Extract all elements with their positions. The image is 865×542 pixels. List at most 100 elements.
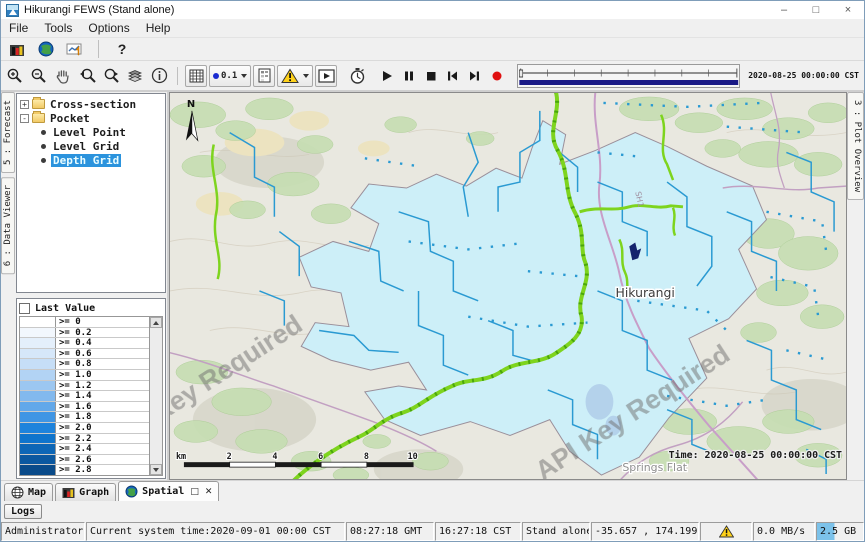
legend-swatch xyxy=(20,349,56,359)
legend-swatch xyxy=(20,412,56,422)
maximize-button[interactable]: □ xyxy=(800,1,832,19)
status-coordinates: -35.657 , 174.199 xyxy=(591,522,699,541)
logs-button[interactable]: Logs xyxy=(4,504,42,519)
close-button[interactable]: × xyxy=(832,1,864,19)
tab-forecast[interactable]: 5 : Forecast xyxy=(1,92,15,173)
scroll-up-icon[interactable] xyxy=(150,317,162,328)
legend-label: >= 1.0 xyxy=(56,370,149,380)
legend-swatch xyxy=(20,317,56,327)
play-button[interactable] xyxy=(377,65,397,87)
menu-bar: File Tools Options Help xyxy=(1,19,864,38)
legend-swatch xyxy=(20,381,56,391)
tab-data-viewer[interactable]: 6 : Data Viewer xyxy=(1,177,15,274)
legend-label: >= 0.4 xyxy=(56,338,149,348)
data-viewer-panel: + Cross-section - Pocket Level Point Lev… xyxy=(15,92,169,480)
legend-row: >= 1.6 xyxy=(20,402,149,413)
legend-rows: >= 0 >= 0.2 >= 0.4 >= 0.6 >= 0.8 >= 1.0 … xyxy=(20,317,149,475)
tree-label[interactable]: Depth Grid xyxy=(51,154,121,167)
time-slider[interactable] xyxy=(517,64,741,88)
timeseries-dialog-icon[interactable] xyxy=(64,38,86,60)
tree-item-level-grid[interactable]: Level Grid xyxy=(17,139,165,153)
menu-options[interactable]: Options xyxy=(80,19,137,37)
tree-label[interactable]: Cross-section xyxy=(48,98,138,111)
chevron-down-icon xyxy=(303,74,309,78)
tab-close-icon[interactable]: ✕ xyxy=(205,487,213,497)
time-extent-bar xyxy=(519,80,738,85)
map-time-label: Time: 2020-08-25 00:00:00 CST xyxy=(669,449,842,461)
contour-threshold-dropdown[interactable]: 0.1 xyxy=(209,65,251,87)
layers-icon[interactable] xyxy=(124,65,146,87)
zoom-in-icon[interactable] xyxy=(4,65,26,87)
menu-file[interactable]: File xyxy=(1,19,36,37)
legend-row: >= 2.6 xyxy=(20,455,149,466)
tree-item-pocket[interactable]: - Pocket xyxy=(17,111,165,125)
globe-explorer-icon[interactable] xyxy=(35,38,57,60)
legend-label: >= 2.8 xyxy=(56,465,149,475)
grid-display-button[interactable] xyxy=(185,65,207,87)
folder-icon xyxy=(32,99,45,109)
toolbar-separator xyxy=(98,40,99,58)
tab-spatial[interactable]: Spatial □ ✕ xyxy=(118,481,219,501)
legend-label: >= 0.8 xyxy=(56,359,149,369)
legend-row: >= 2.8 xyxy=(20,465,149,475)
tree-item-level-point[interactable]: Level Point xyxy=(17,125,165,139)
tree-label[interactable]: Pocket xyxy=(48,112,92,125)
legend-label: >= 1.8 xyxy=(56,412,149,422)
zoom-next-icon[interactable] xyxy=(100,65,122,87)
map-viewport[interactable]: API Key Required API Key Required Hikura… xyxy=(169,92,847,480)
tab-maximize-icon[interactable]: □ xyxy=(190,487,199,497)
database-chart-icon[interactable] xyxy=(6,38,28,60)
menu-help[interactable]: Help xyxy=(138,19,179,37)
stop-button[interactable] xyxy=(421,65,441,87)
animation-player-button[interactable] xyxy=(315,65,337,87)
bullet-icon xyxy=(41,130,46,135)
legend-row: >= 0.8 xyxy=(20,359,149,370)
tab-graph[interactable]: Graph xyxy=(55,483,116,501)
legend-row: >= 0.6 xyxy=(20,349,149,360)
tab-plot-overview[interactable]: 3 : Plot Overview xyxy=(847,92,864,200)
legend-label: >= 1.2 xyxy=(56,381,149,391)
legend-row: >= 0.2 xyxy=(20,328,149,339)
legend-label: >= 0.6 xyxy=(56,349,149,359)
legend-swatch xyxy=(20,391,56,401)
top-toolbar: ? xyxy=(1,38,864,61)
minimize-button[interactable]: – xyxy=(768,1,800,19)
skip-to-start-button[interactable] xyxy=(443,65,463,87)
help-button[interactable]: ? xyxy=(111,38,133,60)
tree-item-depth-grid[interactable]: Depth Grid xyxy=(17,153,165,167)
collapse-icon[interactable]: - xyxy=(20,114,29,123)
legend-label: >= 1.4 xyxy=(56,391,149,401)
legend-label: >= 1.6 xyxy=(56,402,149,412)
legend-scrollbar[interactable] xyxy=(149,317,162,475)
north-label: N xyxy=(187,99,195,110)
tree-label[interactable]: Level Point xyxy=(51,126,128,139)
pan-hand-icon[interactable] xyxy=(52,65,74,87)
pause-button[interactable] xyxy=(399,65,419,87)
bullet-icon xyxy=(41,158,46,163)
warning-threshold-dropdown[interactable] xyxy=(277,65,313,87)
time-slider-handle[interactable] xyxy=(519,70,522,77)
zoom-out-icon[interactable] xyxy=(28,65,50,87)
skip-to-end-button[interactable] xyxy=(465,65,485,87)
status-gmt-time: 08:27:18 GMT xyxy=(346,522,434,541)
legend-panel-button[interactable] xyxy=(253,65,275,87)
legend-label: >= 2.2 xyxy=(56,434,149,444)
info-icon[interactable] xyxy=(148,65,170,87)
record-button[interactable] xyxy=(487,65,507,87)
legend-label: >= 2.6 xyxy=(56,455,149,465)
expand-icon[interactable]: + xyxy=(20,100,29,109)
status-memory: 2.5 GB xyxy=(816,522,864,541)
timer-icon[interactable] xyxy=(347,65,369,87)
status-bar: Administrator Current system time:2020-0… xyxy=(1,522,864,541)
map-canvas: API Key Required API Key Required Hikura… xyxy=(170,93,846,479)
tree-item-cross-section[interactable]: + Cross-section xyxy=(17,97,165,111)
tab-map[interactable]: Map xyxy=(4,483,53,501)
threshold-dot-icon xyxy=(213,73,219,79)
zoom-previous-icon[interactable] xyxy=(76,65,98,87)
legend-swatch xyxy=(20,465,56,475)
menu-tools[interactable]: Tools xyxy=(36,19,80,37)
status-warning[interactable] xyxy=(700,522,752,541)
scroll-down-icon[interactable] xyxy=(150,464,162,475)
tree-label[interactable]: Level Grid xyxy=(51,140,121,153)
last-value-checkbox[interactable] xyxy=(19,303,30,314)
